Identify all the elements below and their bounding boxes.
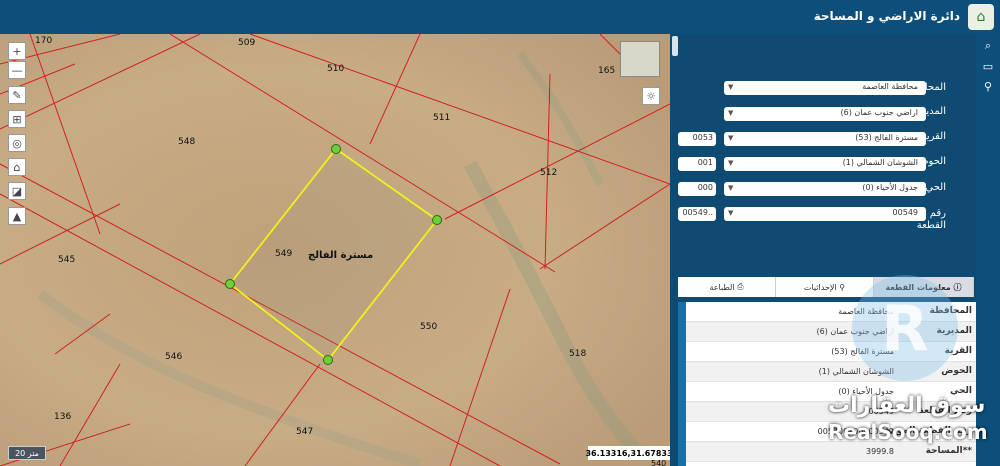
- parcel-name-label: مسترة الفالج: [308, 250, 374, 261]
- tab-print[interactable]: ⎙ الطباعة: [678, 277, 776, 297]
- basin-select[interactable]: ▼ الشوشان الشمالي (1): [724, 157, 926, 171]
- coordinates-readout: 36.13316,31.67833: [585, 446, 670, 460]
- scale-bar: 20 متر: [8, 446, 46, 460]
- parcel-label: 547: [296, 427, 314, 437]
- app-title: دائرة الاراضي و المساحة: [813, 9, 960, 23]
- chevron-down-icon: ▼: [728, 159, 734, 167]
- realsooq-logo: R: [852, 275, 958, 381]
- home-icon[interactable]: ⌂: [8, 158, 26, 176]
- governorate-select[interactable]: ▼ محافظة العاصمة: [724, 81, 926, 95]
- village-select[interactable]: ▼ مسترة الفالج (53): [724, 132, 926, 146]
- parcel-label: 511: [433, 113, 451, 123]
- village-code-input[interactable]: 0053: [678, 132, 716, 146]
- watermark-arabic: سوق العقارات: [828, 393, 986, 418]
- location-pin-icon[interactable]: ⚲: [980, 78, 996, 94]
- chevron-down-icon: ▼: [728, 83, 734, 91]
- sun-icon[interactable]: ☼: [642, 87, 660, 105]
- parcel-label: 165: [598, 66, 616, 76]
- table-row: **المساحة 3999.8: [686, 442, 976, 462]
- watermark-latin: RealSooq.com: [828, 420, 988, 444]
- locate-icon[interactable]: ◎: [8, 134, 26, 152]
- layers-icon[interactable]: ▭: [980, 58, 996, 74]
- zoom-out-icon[interactable]: —: [8, 61, 26, 79]
- chevron-down-icon: ▼: [728, 134, 734, 142]
- parcel-label: 540: [651, 459, 667, 466]
- parcel-label: 549: [275, 249, 293, 259]
- directorate-select[interactable]: ▼ اراضي جنوب عمان (6): [724, 107, 926, 121]
- app-header: ⌂ دائرة الاراضي و المساحة: [0, 0, 1000, 34]
- chart-icon[interactable]: ◪: [8, 182, 26, 200]
- info-icon: ⓘ: [950, 282, 962, 292]
- dls-logo-icon: ⌂: [968, 4, 994, 30]
- map-view[interactable]: 170 509 510 165 511 548 512 545 549 550 …: [0, 34, 670, 466]
- parcel-label: 510: [327, 64, 345, 74]
- parcel-label: 512: [540, 168, 558, 178]
- info-scrollbar[interactable]: [678, 302, 686, 466]
- ruler-icon[interactable]: ⊞: [8, 110, 26, 128]
- neighborhood-code-input[interactable]: 000: [678, 182, 716, 196]
- parcel-label: 136: [54, 412, 72, 422]
- pencil-icon[interactable]: ✎: [8, 86, 26, 104]
- compass-icon[interactable]: ▲: [8, 207, 26, 225]
- parcel-label: 546: [165, 352, 183, 362]
- parcel-label: 548: [178, 137, 196, 147]
- parcel-label: 509: [238, 38, 256, 48]
- parcel-number-select[interactable]: ▼ 00549: [724, 207, 926, 221]
- print-icon: ⎙: [734, 282, 744, 291]
- search-icon[interactable]: ⌕: [980, 38, 996, 54]
- chevron-down-icon: ▼: [728, 184, 734, 192]
- neighborhood-select[interactable]: ▼ جدول الأحياء (0): [724, 182, 926, 196]
- parcel-label: 170: [35, 36, 53, 46]
- parcel-code-input[interactable]: 00549..: [678, 207, 716, 221]
- tab-coordinates[interactable]: ⚲ الإحداثيات: [776, 277, 874, 297]
- zoom-in-icon[interactable]: +: [8, 42, 26, 60]
- parcel-label: 518: [569, 349, 587, 359]
- pin-icon: ⚲: [836, 282, 846, 292]
- parcel-label: 545: [58, 255, 76, 265]
- panel-scroll-handle[interactable]: [672, 36, 678, 56]
- basin-code-input[interactable]: 001: [678, 157, 716, 171]
- chevron-down-icon: ▼: [728, 209, 734, 217]
- parcel-label: 550: [420, 322, 438, 332]
- overview-map[interactable]: [620, 41, 660, 77]
- chevron-down-icon: ▼: [728, 109, 734, 117]
